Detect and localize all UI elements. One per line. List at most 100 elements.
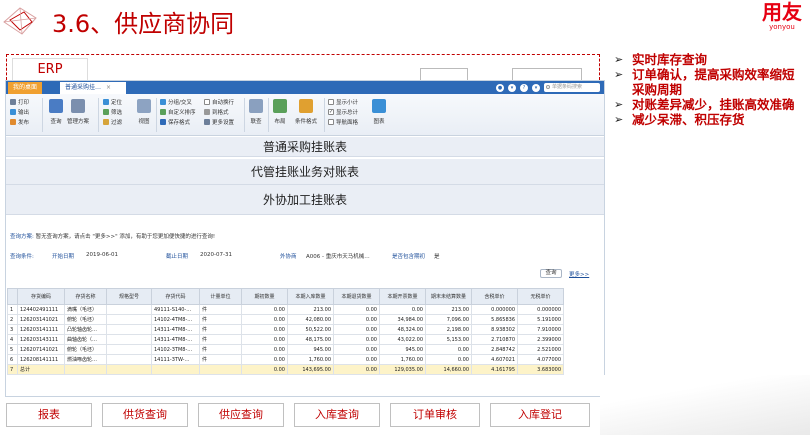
dropdown-icon[interactable]: ▾ [532,83,540,92]
show-subtotal-label: 显示小计 [336,100,359,106]
more-link[interactable]: 更多>> [569,270,589,278]
query-icon[interactable] [49,99,63,113]
view-icon[interactable] [137,99,151,113]
layout-icon[interactable] [273,99,287,113]
print-button[interactable]: 打印 [10,98,29,106]
manage-scheme-icon[interactable] [71,99,85,113]
column-header[interactable]: 期初数量 [241,288,288,305]
column-header[interactable]: 本期开票数量 [379,288,426,305]
table-row[interactable]: 4 126203143111 曲轴齿轮（… 14311-4TM8-… 件 0.00 48,1… [7,334,564,345]
table-row[interactable]: 6 126208141111 燃油啄齿轮… 14111-3TW-… 件 0.00 1,760… [7,354,564,365]
slide-title: 3.6、供应商协同 [52,10,235,38]
column-header[interactable]: 计量单位 [199,288,242,305]
save-format-button[interactable]: 保存格式 [160,118,190,126]
table-row[interactable]: 5 126207141021 俯轮（毛坯） 14102-3TM8-… 件 0.00 945.… [7,344,564,355]
user-icon[interactable]: ● [496,83,504,92]
condition-format-button[interactable]: 条件格式 [291,117,321,125]
vendor-value[interactable]: A006 - 重庆市天马机械… [306,252,370,260]
search-input[interactable]: 单据条码搜索 [544,83,600,92]
printer-icon [10,99,16,105]
table-cell: 213.00 [425,304,472,315]
conditions-label: 查询条件: [10,254,34,260]
column-header[interactable]: 规格型号 [106,288,152,305]
publish-icon [10,119,16,125]
bottom-tab[interactable]: 入库登记 [490,403,590,427]
column-header[interactable]: 存货名称 [64,288,107,305]
scheme-label: 查询方案: [10,234,34,240]
filter-button[interactable]: 筛选 [103,108,122,116]
layout-button[interactable]: 布局 [270,117,290,125]
table-cell: 0.00 [333,314,380,325]
linkage-button[interactable]: 联查 [246,117,266,125]
custom-sort-button[interactable]: 自定义排序 [160,108,196,116]
include-opening-value[interactable]: 是 [434,252,440,260]
tab-active-report[interactable]: 普通采购挂… × [60,82,126,94]
close-icon[interactable]: × [106,84,111,91]
table-cell: 0.00 [241,324,288,335]
show-subtotal-checkbox[interactable]: 显示小计 [328,98,358,106]
logo-main: 用友 [762,0,802,24]
table-cell: 0.00 [333,334,380,345]
decimal-label: 到格式 [212,110,229,116]
report-banner: 代管挂账业务对账表 [6,159,604,185]
bottom-tab[interactable]: 订单审核 [390,403,480,427]
table-cell: 945.00 [379,344,426,355]
publish-button[interactable]: 发布 [10,118,29,126]
query-button[interactable]: 查询 [46,117,66,125]
chart-icon[interactable] [372,99,386,113]
condition-format-icon[interactable] [299,99,313,113]
bottom-tab[interactable]: 供应查询 [198,403,284,427]
bottom-tab[interactable]: 供货查询 [102,403,188,427]
more-settings-button[interactable]: 更多设置 [204,118,234,126]
locate-button[interactable]: 定位 [103,98,122,106]
start-date-value[interactable]: 2019-06-01 [86,252,118,258]
table-cell: 0.000000 [471,304,518,315]
query-button[interactable]: 查询 [540,269,562,278]
group-cross-button[interactable]: 分组/交叉 [160,98,192,106]
tab-home[interactable]: 我的桌面 [8,82,43,94]
column-header[interactable]: 含税单价 [471,288,518,305]
locate-label: 定位 [111,100,123,106]
manage-scheme-button[interactable]: 管理方案 [64,117,92,125]
table-cell: 0.00 [379,304,426,315]
table-cell: 14,660.00 [425,364,472,375]
table-row[interactable]: 2 126203141021 俯轮（毛坯） 14102-4TM8-… 件 0.00 42,0… [7,314,564,325]
arrow-icon: ➢ [614,113,624,126]
table-cell: 燃油啄齿轮… [64,354,107,365]
erp-app-window: 我的桌面 普通采购挂… × ● ▾ ? ▾ 单据条码搜索 打印 输出 发布 查询 … [5,80,605,397]
auto-wrap-checkbox[interactable]: 自动换行 [204,98,234,106]
table-cell: 213.00 [287,304,334,315]
column-header[interactable]: 期末未结算数量 [425,288,472,305]
table-cell: 7,096.00 [425,314,472,325]
mapping-grid-checkbox[interactable]: 导航面格 [328,118,358,126]
show-total-label: 显示总计 [336,110,359,116]
table-cell: 43,022.00 [379,334,426,345]
column-header[interactable]: 存货代码 [151,288,200,305]
view-button[interactable]: 视图 [134,117,154,125]
decimal-button[interactable]: 到格式 [204,108,229,116]
linkage-icon[interactable] [249,99,263,113]
table-row[interactable]: 3 126203141111 凸轮轴齿轮… 14311-4TM8-… 件 0.00 50,5… [7,324,564,335]
column-header[interactable]: 存货编码 [17,288,65,305]
bottom-tab[interactable]: 入库查询 [294,403,380,427]
divider [268,98,269,132]
dropdown-icon[interactable]: ▾ [508,83,516,92]
chart-button[interactable]: 图表 [368,117,390,125]
table-cell: 49111-S140-… [151,304,200,315]
help-icon[interactable]: ? [520,83,528,92]
table-cell: 126208141111 [17,354,65,365]
column-header[interactable]: 本期入库数量 [287,288,334,305]
divider [156,98,157,132]
table-row[interactable]: 1 124402491111 滴嘴（毛坯） 49111-S140-… 件 0.00 213.… [7,304,564,315]
end-date-value[interactable]: 2020-07-31 [200,252,232,258]
filter2-button[interactable]: 过滤 [103,118,122,126]
bottom-tab[interactable]: 报表 [6,403,92,427]
column-header[interactable]: 无税单价 [517,288,564,305]
export-button[interactable]: 输出 [10,108,29,116]
column-header[interactable]: 本期退货数量 [333,288,380,305]
report-banner: 外协加工挂账表 [6,185,604,215]
table-total-row[interactable]: 7 总计 0.00 143,695.00 0.00 129,035.00 14,660.00… [7,364,564,375]
table-cell: 7.910000 [517,324,564,335]
column-header[interactable] [7,288,18,305]
show-total-checkbox[interactable]: ✓ 显示总计 [328,108,358,116]
